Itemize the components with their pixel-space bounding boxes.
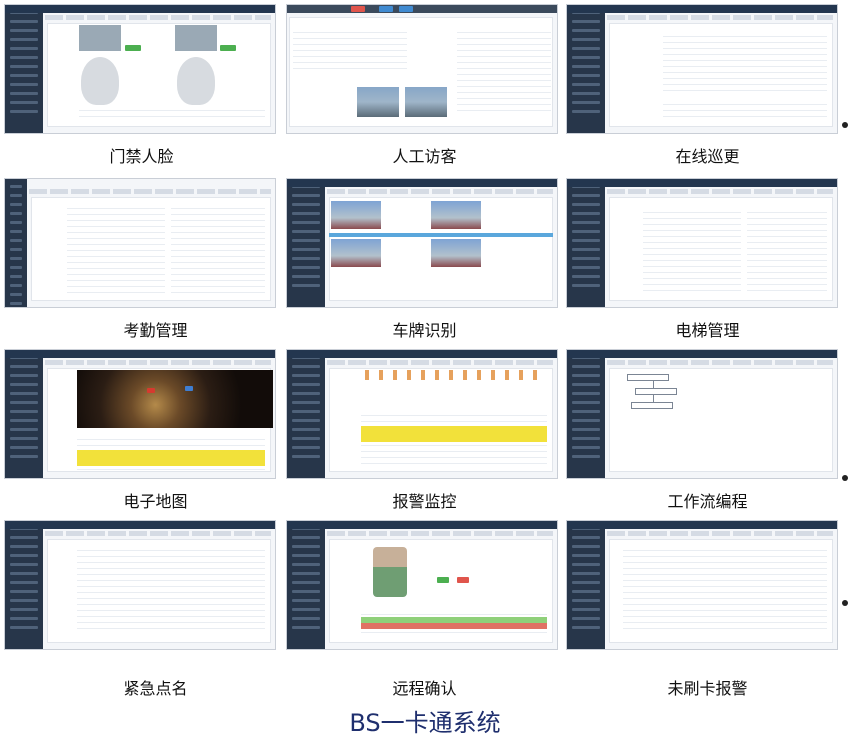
caption-remote-confirm: 远程确认 <box>392 679 457 698</box>
screenshot-plate-recognition <box>286 178 558 308</box>
caption-electronic-map: 电子地图 <box>123 492 188 511</box>
bullet-dot <box>842 122 848 128</box>
person-photo-icon <box>373 547 407 597</box>
bullet-dot <box>842 600 848 606</box>
caption-attendance: 考勤管理 <box>123 321 188 340</box>
caption-online-patrol: 在线巡更 <box>675 147 740 166</box>
screenshot-online-patrol <box>566 4 838 134</box>
screenshot-electronic-map <box>4 349 276 479</box>
face-placeholder-icon <box>81 57 119 105</box>
screenshot-workflow <box>566 349 838 479</box>
caption-no-card-alarm: 未刷卡报警 <box>667 679 748 698</box>
caption-alarm-monitor: 报警监控 <box>392 492 457 511</box>
map-image <box>77 370 273 428</box>
screenshot-face-access <box>4 4 276 134</box>
page-title: BS一卡通系统 <box>349 709 501 737</box>
caption-manual-visitor: 人工访客 <box>392 147 457 166</box>
caption-face-access: 门禁人脸 <box>109 147 174 166</box>
caption-plate-recognition: 车牌识别 <box>392 321 457 340</box>
screenshot-attendance <box>4 178 276 308</box>
caption-workflow: 工作流编程 <box>667 492 748 511</box>
bullet-dot <box>842 475 848 481</box>
screenshot-remote-confirm <box>286 520 558 650</box>
screenshot-no-card-alarm <box>566 520 838 650</box>
screenshot-alarm-monitor <box>286 349 558 479</box>
caption-emergency-rollcall: 紧急点名 <box>123 679 188 698</box>
face-placeholder-icon <box>177 57 215 105</box>
caption-elevator: 电梯管理 <box>675 321 740 340</box>
screenshot-emergency-rollcall <box>4 520 276 650</box>
screenshot-manual-visitor <box>286 4 558 134</box>
screenshot-elevator <box>566 178 838 308</box>
